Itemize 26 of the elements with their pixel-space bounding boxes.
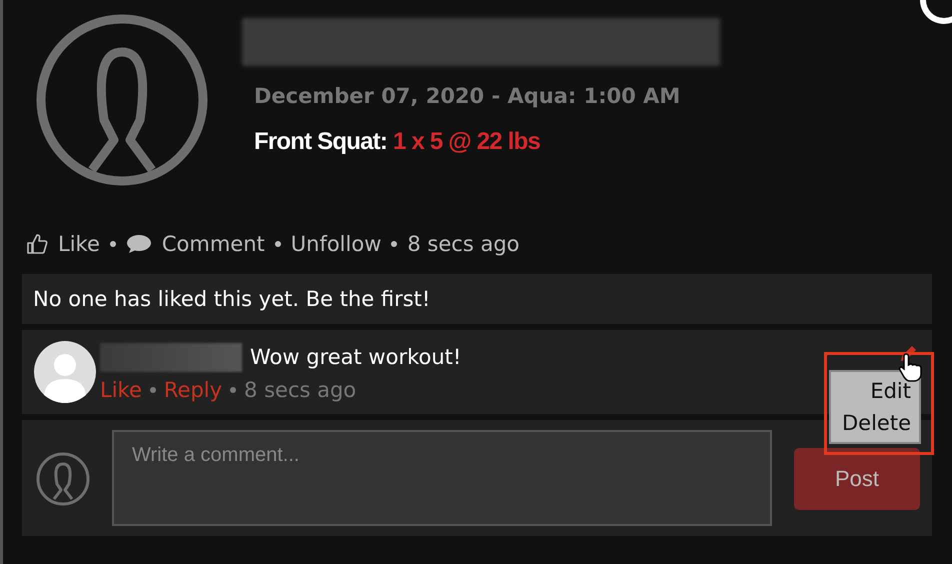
pencil-icon [898, 344, 918, 364]
post-button[interactable]: Post [794, 448, 920, 510]
comment-text: Wow great workout! [250, 345, 462, 369]
separator-dot [230, 386, 236, 392]
hand-cursor-icon [898, 352, 924, 382]
separator-dot [391, 241, 398, 247]
like-link[interactable]: Like [58, 232, 100, 256]
comment-time: 8 secs ago [244, 378, 356, 402]
avatar-icon [34, 341, 96, 403]
menu-item[interactable]: Edit [870, 375, 911, 407]
post-date: December 07, 2020 - Aqua: 1:00 AM [254, 84, 682, 108]
avatar-icon [34, 12, 210, 188]
exercise-name: Front Squat: [254, 128, 388, 155]
post-time: 8 secs ago [407, 232, 520, 256]
avatar-icon [36, 452, 90, 506]
comment-field[interactable]: Write a comment... [112, 430, 772, 526]
likes-note: No one has liked this yet. Be the first! [22, 274, 932, 324]
speech-bubble-icon [126, 234, 152, 254]
menu-item[interactable]: Delete [842, 407, 911, 439]
separator-dot [150, 386, 156, 392]
link-link[interactable]: Unfollow [290, 232, 382, 256]
exercise-result: 1 x 5 @ 22 lbs [393, 128, 540, 155]
separator-dot [274, 241, 281, 247]
separator-dot [110, 241, 116, 247]
thumbs-up-icon [26, 233, 48, 255]
comment-link[interactable]: Comment [162, 232, 265, 256]
